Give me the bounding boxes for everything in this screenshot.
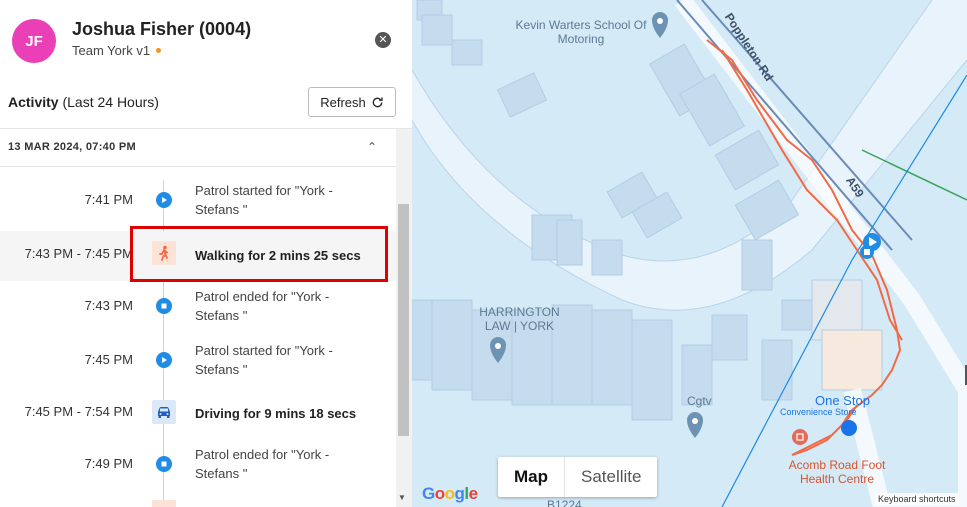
map-type-map-button[interactable]: Map (498, 457, 564, 497)
google-logo: Google (422, 484, 478, 503)
event-time: 7:45 PM (84, 352, 133, 367)
event-time: 7:45 PM - 7:54 PM (24, 404, 133, 419)
refresh-icon (372, 96, 383, 107)
refresh-button[interactable]: Refresh (308, 87, 396, 117)
map-type-toggle[interactable]: Map Satellite (498, 457, 658, 497)
activity-title-bold: Activity (8, 94, 59, 110)
map-type-satellite-button[interactable]: Satellite (565, 457, 657, 497)
scroll-down-arrow[interactable]: ▼ (398, 493, 406, 502)
map-canvas (412, 0, 967, 507)
map-label-onestop-sub: Convenience Store (780, 407, 857, 417)
list-item[interactable]: 7:45 PM Patrol started for "York - Stefa… (0, 338, 396, 386)
event-description: Patrol ended for "York - Stefans " (195, 447, 330, 481)
map-label-acomb: Acomb Road Foot Health Centre (788, 458, 886, 486)
play-icon (156, 192, 172, 208)
refresh-label: Refresh (320, 94, 366, 110)
stop-icon (156, 298, 172, 314)
event-description: Patrol ended for "York - Stefans " (195, 289, 330, 323)
map-label-harrington: HARRINGTON LAW | YORK (479, 305, 560, 333)
keyboard-shortcuts-link[interactable]: Keyboard shortcuts (875, 493, 959, 505)
event-time: 7:49 PM (84, 456, 133, 471)
event-description: Patrol started for "York - Stefans " (195, 183, 333, 217)
walking-icon (152, 500, 176, 507)
stop-icon (156, 456, 172, 472)
event-time: 7:43 PM - 7:45 PM (24, 246, 133, 261)
highlight-annotation (130, 226, 388, 282)
divider (0, 166, 396, 167)
date-group-label: 13 MAR 2024, 07:40 PM (8, 141, 136, 153)
car-icon (152, 400, 176, 424)
map-label-cgtv: Cgtv (687, 394, 712, 408)
list-item[interactable]: 7:43 PM Patrol ended for "York - Stefans… (0, 284, 396, 332)
user-name: Joshua Fisher (0004) (72, 19, 252, 39)
event-time: 7:41 PM (84, 192, 133, 207)
activity-title: Activity (Last 24 Hours) (8, 94, 159, 110)
team-name: Team York v1 (72, 43, 151, 58)
list-item[interactable]: 7:49 PM Patrol ended for "York - Stefans… (0, 442, 396, 490)
event-description: Patrol started for "York - Stefans " (195, 343, 333, 377)
list-item[interactable]: 7:41 PM Patrol started for "York - Stefa… (0, 178, 396, 226)
close-icon[interactable]: ✕ (375, 32, 391, 48)
list-item[interactable]: 7:45 PM - 7:54 PM Driving for 9 mins 18 … (0, 390, 396, 435)
event-time: 7:43 PM (84, 298, 133, 313)
activity-title-range: (Last 24 Hours) (58, 94, 159, 110)
status-dot (156, 48, 162, 53)
map-label-road: B1224 (547, 498, 582, 507)
team-row: Team York v1 (72, 43, 162, 58)
event-description: Driving for 9 mins 18 secs (195, 406, 357, 421)
activity-panel: JF Joshua Fisher (0004) Team York v1 ✕ A… (0, 0, 412, 507)
user-header: JF Joshua Fisher (0004) Team York v1 ✕ (0, 0, 412, 80)
play-icon (156, 352, 172, 368)
chevron-up-icon[interactable]: ⌃ (367, 140, 377, 154)
date-group-header[interactable]: 13 MAR 2024, 07:40 PM ⌃ (0, 129, 396, 166)
map-view[interactable]: Kevin Warters School Of Motoring Popplet… (412, 0, 967, 507)
map-label-school: Kevin Warters School Of Motoring (515, 18, 647, 46)
avatar: JF (12, 19, 56, 63)
scrollbar-thumb[interactable] (398, 204, 409, 436)
